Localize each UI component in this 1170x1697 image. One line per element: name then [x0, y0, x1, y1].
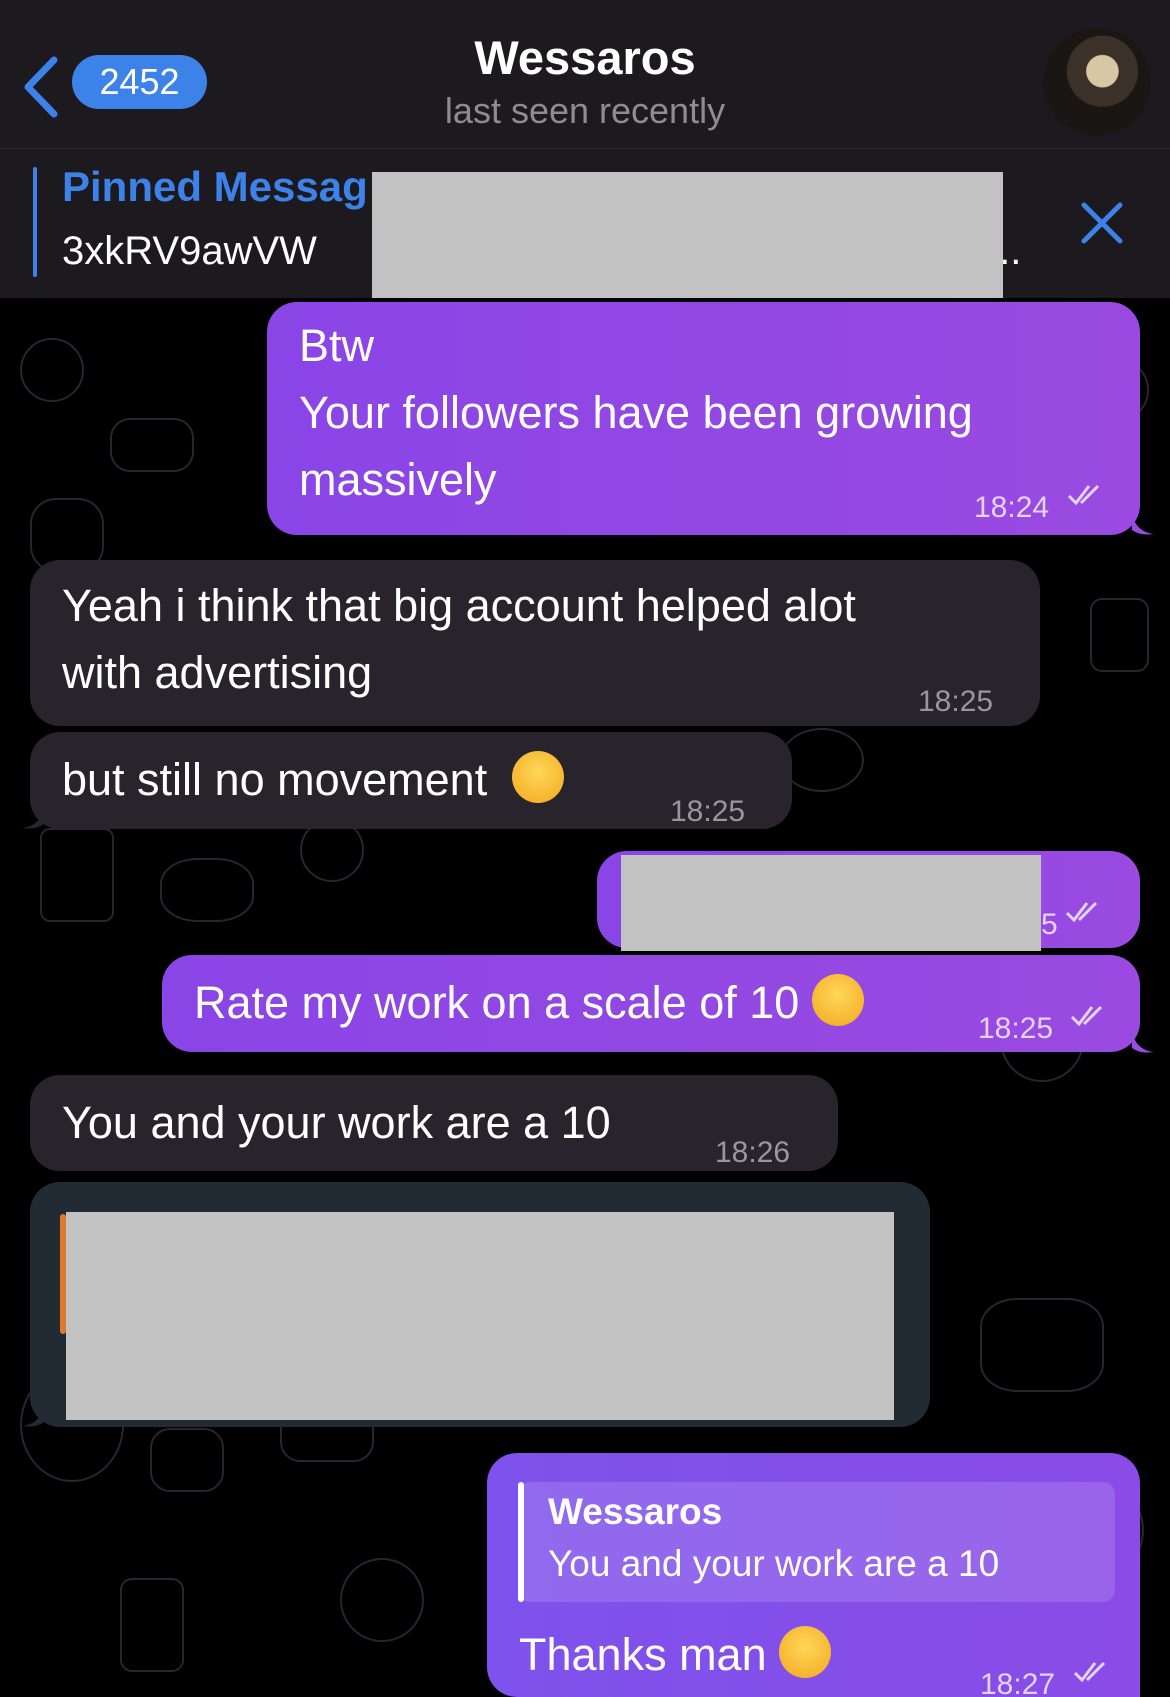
message-text-content: You and your work are a 10 [62, 1097, 611, 1148]
reply-quote[interactable]: Wessaros You and your work are a 10 [518, 1482, 1115, 1602]
message-list[interactable]: Btw Your followers have been growing mas… [0, 298, 1170, 1697]
incoming-message[interactable]: Yeah i think that big account helped alo… [30, 560, 1040, 726]
reply-author: Wessaros [548, 1491, 723, 1532]
doodle-pattern [120, 1578, 184, 1672]
chat-header: 2452 Wessaros last seen recently [0, 0, 1170, 148]
doodle-pattern [780, 728, 864, 792]
last-seen-status: last seen recently [444, 90, 726, 131]
doodle-pattern [1090, 598, 1149, 672]
message-text: but still no movement [62, 748, 564, 812]
message-text-line: Yeah i think that big account helped alo… [62, 580, 856, 631]
doodle-pattern [40, 828, 114, 922]
tears-of-joy-icon [779, 1626, 832, 1678]
upside-down-face-icon [811, 974, 864, 1026]
redaction-box [66, 1212, 894, 1420]
avatar[interactable] [1043, 28, 1151, 136]
reply-quote-bar [518, 1482, 524, 1602]
message-time: 5 [1041, 908, 1058, 941]
double-check-icon [1067, 484, 1100, 506]
redaction-box [372, 172, 1003, 299]
reply-text: You and your work are a 10 [548, 1543, 1000, 1584]
message-text-line: massively [299, 454, 497, 505]
doodle-pattern [340, 1558, 424, 1642]
bubble-tail [22, 1406, 44, 1427]
double-check-icon [1073, 1661, 1106, 1683]
message-time: 18:25 [670, 795, 746, 828]
pinned-message-bar[interactable]: Pinned Messag 3xkRV9awVW ... [0, 148, 1170, 299]
message-time: 18:26 [715, 1136, 791, 1169]
pinned-accent-bar [33, 167, 37, 277]
bubble-tail [1132, 1032, 1154, 1053]
doodle-pattern [110, 418, 194, 472]
outgoing-message[interactable]: Btw Your followers have been growing mas… [267, 302, 1140, 535]
outgoing-message[interactable]: 5 [597, 851, 1140, 951]
outgoing-message[interactable]: Rate my work on a scale of 10 18:25 [162, 955, 1140, 1052]
doodle-pattern [160, 858, 254, 922]
outgoing-message[interactable]: Wessaros You and your work are a 10 Than… [487, 1453, 1140, 1697]
message-text-content: Rate my work on a scale of 10 [194, 977, 800, 1028]
incoming-message[interactable]: but still no movement 18:25 [30, 732, 792, 829]
message-text-line: Your followers have been growing [299, 387, 973, 438]
message-time: 18:25 [978, 1012, 1054, 1045]
doodle-pattern [20, 338, 84, 402]
pinned-label: Pinned Messag [62, 163, 368, 210]
message-text: Thanks man [519, 1623, 832, 1687]
double-check-icon [1065, 901, 1098, 923]
crying-face-icon [511, 751, 564, 803]
message-text: Rate my work on a scale of 10 [194, 971, 864, 1035]
message-text-line: with advertising [62, 647, 373, 698]
doodle-pattern [980, 1298, 1104, 1392]
chat-title[interactable]: Wessaros [0, 30, 1170, 85]
incoming-message[interactable]: You and your work are a 10 18:26 [30, 1075, 838, 1171]
message-text-content: Thanks man [519, 1629, 767, 1680]
pinned-text-start: 3xkRV9awVW [62, 229, 317, 273]
double-check-icon [1070, 1005, 1103, 1027]
bubble-tail [22, 808, 44, 829]
message-time: 18:25 [918, 685, 994, 718]
pinned-text: 3xkRV9awVW [62, 229, 317, 274]
message-text-line: Btw [299, 320, 375, 371]
bubble-tail [1132, 514, 1154, 535]
message-time: 18:24 [974, 491, 1050, 524]
redaction-box [621, 855, 1041, 951]
incoming-message[interactable] [30, 1182, 930, 1427]
close-icon[interactable] [1076, 197, 1128, 249]
message-time: 18:27 [980, 1668, 1056, 1697]
message-text-content: but still no movement [62, 754, 488, 805]
doodle-pattern [150, 1428, 224, 1492]
